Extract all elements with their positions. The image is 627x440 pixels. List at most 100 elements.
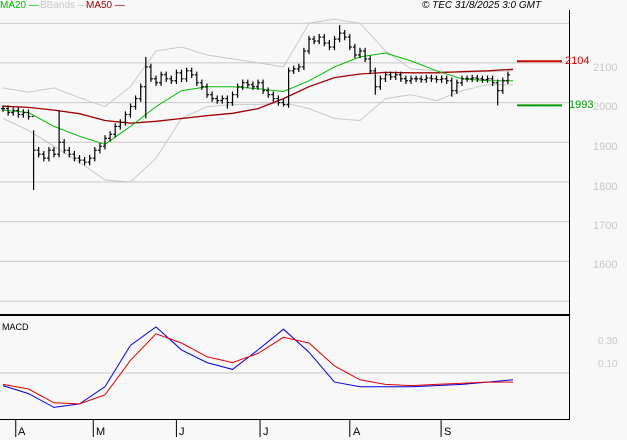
price-bar (123, 111, 128, 126)
price-bar (184, 67, 189, 82)
price-bar (322, 33, 327, 47)
price-bar (424, 74, 429, 83)
price-bar (352, 43, 357, 59)
legend-bbands: BBands — (40, 0, 88, 11)
legend-ma50: MA50 — (86, 0, 125, 11)
price-bar (414, 75, 419, 82)
price-bar (312, 35, 317, 45)
price-bar (225, 95, 230, 109)
price-bar (67, 147, 72, 158)
month-label: S (444, 426, 452, 438)
price-bar (505, 71, 510, 84)
price-bar (179, 69, 184, 82)
bollinger-lower-line (2, 84, 513, 183)
macd-label: MACD (2, 322, 29, 332)
price-bar (460, 75, 464, 86)
copyright-text: © TEC 31/8/2025 3:0 GMT (422, 0, 542, 11)
price-bar (148, 63, 153, 82)
price-bar (363, 47, 368, 63)
price-tick-label: 1700 (593, 220, 618, 232)
ma20-line (2, 52, 513, 145)
price-bar (342, 29, 347, 41)
price-bar (465, 75, 470, 82)
price-bar (245, 79, 250, 88)
price-bar (409, 75, 413, 84)
price-bar (240, 79, 245, 90)
macd-tick-label: 0.10 (598, 359, 618, 370)
price-bar (434, 75, 439, 83)
price-bar (373, 67, 378, 95)
price-bar (266, 87, 271, 98)
price-bar (368, 55, 373, 75)
price-bar (317, 33, 322, 45)
price-bar (46, 147, 51, 162)
price-bar (500, 77, 505, 94)
price-bar (169, 75, 174, 84)
price-bar (26, 109, 31, 120)
price-bar (419, 75, 424, 83)
price-bar (205, 83, 209, 98)
price-bar (36, 147, 41, 158)
price-bar (327, 39, 332, 51)
month-label: M (96, 426, 106, 438)
price-bar (82, 156, 87, 166)
price-bar (31, 115, 36, 190)
price-bar (113, 123, 118, 138)
legend-ma20: MA20 — (0, 0, 39, 11)
month-label: J (263, 426, 269, 438)
price-bar (230, 91, 235, 106)
price-bar (174, 69, 179, 84)
price-bar (210, 91, 215, 102)
price-bar (347, 33, 352, 51)
price-bar (199, 79, 204, 90)
month-label: J (179, 426, 185, 438)
price-bar (296, 63, 301, 73)
price-bar (291, 65, 296, 75)
macd-tick-label: 0.30 (598, 336, 618, 347)
price-bar (97, 143, 102, 154)
price-bar (480, 75, 485, 83)
price-tick-label: 1900 (593, 141, 618, 153)
price-bar (429, 74, 434, 82)
price-bar (261, 79, 266, 94)
price-bar (485, 75, 490, 83)
month-label: A (353, 426, 361, 438)
price-bar (332, 35, 337, 51)
macd-line (2, 326, 514, 408)
price-bar (307, 35, 311, 55)
price-tick-label: 1800 (593, 181, 618, 193)
price-tick-label: 2000 (593, 101, 618, 113)
price-bar (92, 147, 97, 162)
price-bar (16, 107, 21, 118)
support-label: 1993 (569, 99, 594, 111)
price-bar (495, 79, 500, 106)
price-tick-label: 2100 (593, 62, 618, 74)
price-bar (475, 74, 480, 82)
price-bar (271, 91, 276, 102)
price-bar (154, 75, 158, 86)
price-bar (52, 147, 56, 158)
price-bar (143, 56, 148, 119)
price-bar (378, 75, 383, 90)
macd-signal-line (2, 333, 513, 405)
price-bar (21, 109, 26, 118)
price-bar (118, 119, 123, 130)
price-bar (286, 67, 291, 108)
price-bar (194, 71, 199, 86)
price-bar (403, 75, 408, 84)
price-bar (470, 74, 475, 82)
price-bar (439, 75, 444, 83)
price-bar (77, 155, 82, 164)
price-bar (41, 151, 46, 162)
price-bar (159, 71, 164, 86)
price-tick-label: 1600 (593, 259, 618, 271)
price-bar (337, 25, 342, 43)
month-label: A (18, 426, 26, 438)
price-bar (138, 83, 143, 102)
price-bar (87, 155, 92, 166)
price-bar (128, 103, 133, 118)
price-bar (383, 71, 388, 82)
price-bar (164, 71, 169, 82)
resistance-label: 2104 (565, 55, 590, 67)
stock-chart (0, 10, 570, 437)
